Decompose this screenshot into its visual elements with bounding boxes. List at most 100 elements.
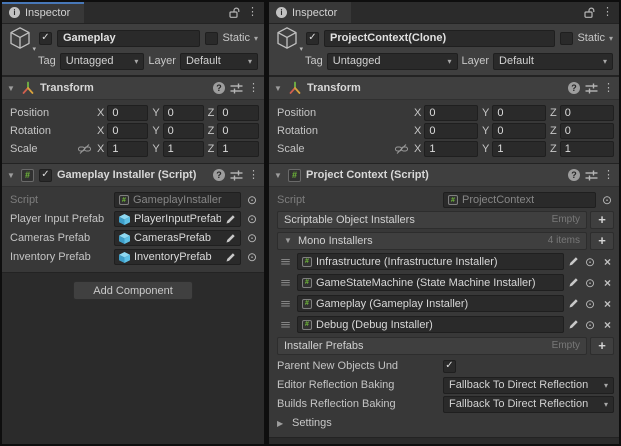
foldout-icon[interactable]: ▼ <box>274 84 283 93</box>
help-icon[interactable]: ? <box>568 169 580 181</box>
rotation-y-input[interactable] <box>492 123 546 139</box>
scale-z-input[interactable] <box>217 141 259 157</box>
help-icon[interactable]: ? <box>568 82 580 94</box>
add-item-button[interactable]: + <box>590 232 614 250</box>
foldout-icon[interactable]: ▼ <box>284 236 293 245</box>
list-header[interactable]: ▼ Mono Installers 4 items <box>277 232 587 250</box>
foldout-icon[interactable]: ▼ <box>274 171 283 180</box>
kebab-menu-icon[interactable]: ⋮ <box>602 7 613 18</box>
tab-inspector[interactable]: i Inspector <box>269 2 351 23</box>
object-picker-icon[interactable]: ⊙ <box>245 232 259 244</box>
builds-reflection-baking-dropdown[interactable]: Fallback To Direct Reflection ▾ <box>443 396 614 413</box>
drag-handle-icon[interactable]: ≡ <box>275 255 295 268</box>
presets-icon[interactable] <box>230 170 243 181</box>
position-y-input[interactable] <box>492 105 546 121</box>
rotation-x-input[interactable] <box>107 123 148 139</box>
object-picker-icon[interactable]: ⊙ <box>245 213 259 225</box>
position-z-input[interactable] <box>217 105 259 121</box>
rotation-y-input[interactable] <box>163 123 204 139</box>
foldout-icon[interactable]: ▼ <box>7 171 16 180</box>
installer-object-field[interactable]: # Infrastructure (Infrastructure Install… <box>297 253 564 270</box>
object-picker-icon[interactable]: ⊙ <box>583 256 597 268</box>
settings-foldout[interactable]: ▶ Settings <box>269 414 619 432</box>
rotation-x-input[interactable] <box>424 123 478 139</box>
name-field[interactable] <box>57 30 200 47</box>
static-checkbox[interactable] <box>205 32 218 45</box>
drag-handle-icon[interactable]: ≡ <box>275 318 295 331</box>
rotation-z-input[interactable] <box>217 123 259 139</box>
parent-new-objects-checkbox[interactable]: ✓ <box>443 360 456 373</box>
kebab-menu-icon[interactable]: ⋮ <box>247 7 258 18</box>
position-x-input[interactable] <box>107 105 148 121</box>
presets-icon[interactable] <box>585 83 598 94</box>
layer-dropdown[interactable]: Default ▾ <box>493 53 613 70</box>
object-picker-icon[interactable]: ⊙ <box>600 194 614 206</box>
lock-icon[interactable] <box>229 7 240 19</box>
link-scale-icon[interactable] <box>76 144 93 154</box>
object-picker-icon[interactable]: ⊙ <box>583 298 597 310</box>
installer-object-field[interactable]: # GameStateMachine (State Machine Instal… <box>297 274 564 291</box>
kebab-menu-icon[interactable]: ⋮ <box>248 170 259 181</box>
list-header[interactable]: Installer Prefabs Empty <box>277 337 587 355</box>
object-picker-icon[interactable]: ⊙ <box>245 251 259 263</box>
position-z-input[interactable] <box>560 105 614 121</box>
prefab-object-field[interactable]: InventoryPrefab <box>114 249 241 265</box>
edit-pencil-icon[interactable] <box>225 252 236 263</box>
scale-x-input[interactable] <box>424 141 478 157</box>
lock-icon[interactable] <box>584 7 595 19</box>
editor-reflection-baking-dropdown[interactable]: Fallback To Direct Reflection ▾ <box>443 377 614 394</box>
link-scale-icon[interactable] <box>393 144 410 154</box>
add-item-button[interactable]: + <box>590 337 614 355</box>
layer-dropdown[interactable]: Default ▾ <box>180 53 258 70</box>
position-y-input[interactable] <box>163 105 204 121</box>
tag-dropdown[interactable]: Untagged ▾ <box>327 53 458 70</box>
edit-pencil-icon[interactable] <box>568 319 579 330</box>
remove-item-icon[interactable]: × <box>601 298 614 310</box>
prefab-object-field[interactable]: PlayerInputPrefab <box>114 211 241 227</box>
object-picker-icon[interactable]: ⊙ <box>583 319 597 331</box>
edit-pencil-icon[interactable] <box>225 233 236 244</box>
edit-pencil-icon[interactable] <box>568 256 579 267</box>
remove-item-icon[interactable]: × <box>601 256 614 268</box>
static-checkbox[interactable] <box>560 32 573 45</box>
list-header[interactable]: Scriptable Object Installers Empty <box>277 211 587 229</box>
installer-object-field[interactable]: # Debug (Debug Installer) <box>297 316 564 333</box>
object-picker-icon[interactable]: ⊙ <box>245 194 259 206</box>
prefab-object-field[interactable]: CamerasPrefab <box>114 230 241 246</box>
script-object-field[interactable]: # ProjectContext <box>443 192 596 208</box>
kebab-menu-icon[interactable]: ⋮ <box>603 170 614 181</box>
gameobject-icon[interactable]: ▾ <box>8 26 34 50</box>
drag-handle-icon[interactable]: ≡ <box>275 297 295 310</box>
installer-object-field[interactable]: # Gameplay (Gameplay Installer) <box>297 295 564 312</box>
scale-x-input[interactable] <box>107 141 148 157</box>
kebab-menu-icon[interactable]: ⋮ <box>248 83 259 94</box>
tag-dropdown[interactable]: Untagged ▾ <box>60 53 145 70</box>
presets-icon[interactable] <box>585 170 598 181</box>
drag-handle-icon[interactable]: ≡ <box>275 276 295 289</box>
script-object-field[interactable]: # GameplayInstaller <box>114 192 241 208</box>
add-component-button[interactable]: Add Component <box>73 281 193 300</box>
object-picker-icon[interactable]: ⊙ <box>583 277 597 289</box>
rotation-z-input[interactable] <box>560 123 614 139</box>
add-item-button[interactable]: + <box>590 211 614 229</box>
static-dropdown-arrow[interactable]: ▾ <box>254 34 258 43</box>
help-icon[interactable]: ? <box>213 169 225 181</box>
position-x-input[interactable] <box>424 105 478 121</box>
name-field[interactable] <box>324 30 555 47</box>
edit-pencil-icon[interactable] <box>225 214 236 225</box>
remove-item-icon[interactable]: × <box>601 277 614 289</box>
active-checkbox[interactable]: ✓ <box>306 32 319 45</box>
tab-inspector[interactable]: i Inspector <box>2 2 84 23</box>
kebab-menu-icon[interactable]: ⋮ <box>603 83 614 94</box>
enabled-checkbox[interactable]: ✓ <box>39 169 52 182</box>
foldout-icon[interactable]: ▼ <box>7 84 16 93</box>
gameobject-icon[interactable]: ▾ <box>275 26 301 50</box>
active-checkbox[interactable]: ✓ <box>39 32 52 45</box>
edit-pencil-icon[interactable] <box>568 277 579 288</box>
scale-z-input[interactable] <box>560 141 614 157</box>
help-icon[interactable]: ? <box>213 82 225 94</box>
edit-pencil-icon[interactable] <box>568 298 579 309</box>
remove-item-icon[interactable]: × <box>601 319 614 331</box>
scale-y-input[interactable] <box>492 141 546 157</box>
static-dropdown-arrow[interactable]: ▾ <box>609 34 613 43</box>
